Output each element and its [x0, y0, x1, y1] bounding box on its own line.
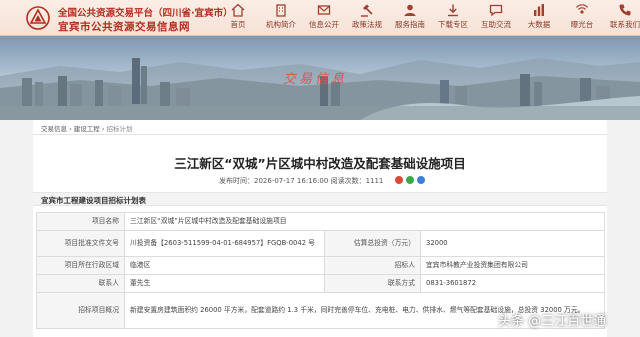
- platform-logo-icon: [26, 6, 50, 30]
- nav-item-exposure[interactable]: 曝光台: [559, 3, 605, 30]
- table-key: 联系人: [36, 274, 125, 293]
- brand-line1: 全国公共资源交易平台（四川省·宜宾市）: [58, 8, 233, 19]
- section-header: 宜宾市工程建设项目招标计划表: [33, 192, 607, 206]
- share-wechat-icon[interactable]: [406, 176, 414, 184]
- nav-item-policy[interactable]: 政策法规: [344, 3, 390, 30]
- table-value: 临港区: [124, 256, 325, 275]
- nav-label: 互助交流: [481, 20, 511, 29]
- breadcrumb-divider: [33, 134, 607, 135]
- nav-item-download[interactable]: 下载专区: [430, 3, 476, 30]
- nav-label: 下载专区: [438, 20, 468, 29]
- table-key: 项目批准文件文号: [36, 230, 125, 257]
- table-row: 项目名称 三江新区“双城”片区城中村改造及配套基础设施项目: [36, 212, 605, 231]
- table-key: 项目所在行政区域: [36, 256, 125, 275]
- table-value: 32000: [420, 230, 605, 257]
- source-watermark: 头条 @三江百世通: [498, 314, 607, 329]
- main-nav: 首页 机构简介 信息公开 政策法规 服务指南 下载专区 互助交流 大数据 曝光台…: [215, 0, 640, 36]
- nav-item-home[interactable]: 首页: [215, 3, 261, 30]
- gavel-icon: [361, 4, 373, 17]
- download-icon: [448, 4, 458, 17]
- top-header: 全国公共资源交易平台（四川省·宜宾市） 宜宾市公共资源交易信息网 首页 机构简介…: [0, 0, 640, 36]
- chart-icon: [534, 4, 544, 16]
- share-qzone-icon[interactable]: [417, 176, 425, 184]
- table-key: 项目名称: [36, 212, 125, 231]
- banner-title: 交易信息: [283, 72, 348, 87]
- table-value: 三江新区“双城”片区城中村改造及配套基础设施项目: [124, 212, 605, 231]
- nav-label: 机构简介: [266, 20, 296, 29]
- table-row: 项目所在行政区域 临港区 招标人 宜宾市科教产业投资集团有限公司: [36, 256, 605, 275]
- phone-icon: [619, 4, 631, 16]
- breadcrumb-item[interactable]: 交易信息: [41, 125, 67, 133]
- page-title: 三江新区“双城”片区城中村改造及配套基础设施项目: [174, 156, 466, 171]
- nav-item-bigdata[interactable]: 大数据: [516, 3, 562, 30]
- nav-item-exchange[interactable]: 互助交流: [473, 3, 519, 30]
- table-value: 宜宾市科教产业投资集团有限公司: [420, 256, 605, 275]
- article-meta: 发布时间：2026-07-17 16:16:00 阅读次数：1111: [219, 177, 384, 185]
- nav-item-about[interactable]: 机构简介: [258, 3, 304, 30]
- table-key: 估算总投资（万元）: [324, 230, 421, 257]
- share-weibo-icon[interactable]: [395, 176, 403, 184]
- brand-line2: 宜宾市公共资源交易信息网: [58, 21, 190, 33]
- nav-label: 首页: [230, 20, 246, 29]
- table-key: 招标人: [324, 256, 421, 275]
- mail-icon: [317, 5, 331, 15]
- table-row: 联系人 董先生 联系方式 0831-3601872: [36, 274, 605, 293]
- table-key: 联系方式: [324, 274, 421, 293]
- nav-item-public-info[interactable]: 信息公开: [301, 3, 347, 30]
- building-icon: [276, 4, 286, 17]
- nav-label: 联系我们: [610, 20, 640, 29]
- nav-label: 信息公开: [309, 20, 339, 29]
- table-value: 董先生: [124, 274, 325, 293]
- content-panel: 交易信息 › 建设工程 › 招标计划 三江新区“双城”片区城中村改造及配套基础设…: [33, 120, 607, 337]
- table-value: 川投资备【2603-511599-04-01-684957】FGQB-0042 …: [124, 230, 325, 257]
- home-icon: [231, 3, 245, 17]
- broadcast-icon: [576, 4, 588, 14]
- breadcrumb-item[interactable]: 建设工程: [74, 125, 100, 133]
- chat-icon: [489, 4, 503, 17]
- user-icon: [404, 4, 416, 16]
- section-title: 宜宾市工程建设项目招标计划表: [41, 196, 146, 205]
- breadcrumb-current: 招标计划: [106, 125, 133, 133]
- table-value: 0831-3601872: [420, 274, 605, 293]
- nav-label: 政策法规: [352, 20, 382, 29]
- nav-label: 大数据: [527, 20, 551, 29]
- nav-item-service[interactable]: 服务指南: [387, 3, 433, 30]
- breadcrumb: 交易信息 › 建设工程 › 招标计划: [41, 123, 133, 133]
- nav-label: 曝光台: [570, 20, 594, 29]
- nav-item-contact[interactable]: 联系我们: [602, 3, 640, 30]
- city-banner: 交易信息: [0, 36, 640, 120]
- table-row: 项目批准文件文号 川投资备【2603-511599-04-01-684957】F…: [36, 230, 605, 257]
- table-key: 招标项目概况: [36, 292, 125, 329]
- nav-label: 服务指南: [395, 20, 425, 29]
